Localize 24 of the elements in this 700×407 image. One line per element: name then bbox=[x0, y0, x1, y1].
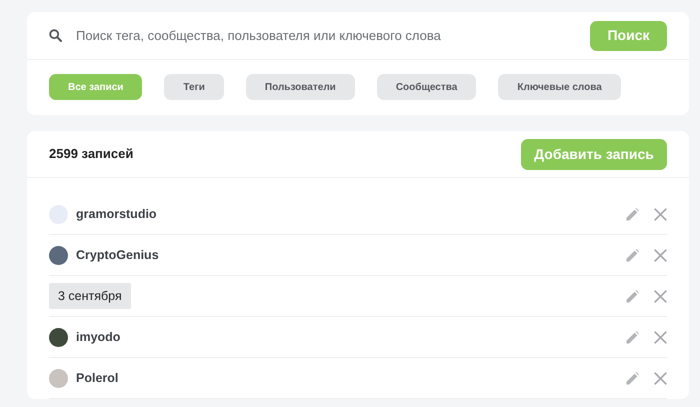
pencil-icon[interactable] bbox=[626, 208, 639, 220]
username[interactable]: gramorstudio bbox=[76, 204, 157, 224]
username[interactable]: Polerol bbox=[76, 368, 118, 388]
close-icon[interactable] bbox=[654, 290, 667, 302]
pencil-icon[interactable] bbox=[626, 330, 639, 344]
filter-tab[interactable]: Сообщества bbox=[376, 74, 476, 100]
date-label: 3 сентября bbox=[49, 282, 131, 310]
avatar-placeholder bbox=[49, 368, 68, 388]
search-icon bbox=[49, 29, 62, 42]
entry-count: 2599 записей bbox=[49, 145, 134, 164]
username[interactable]: CryptoGenius bbox=[76, 246, 159, 264]
pencil-icon[interactable] bbox=[626, 248, 639, 262]
pencil-icon[interactable] bbox=[626, 290, 639, 302]
close-icon[interactable] bbox=[654, 208, 667, 220]
filter-tab[interactable]: Теги bbox=[164, 74, 224, 100]
avatar-placeholder bbox=[49, 246, 68, 264]
filter-tab[interactable]: Пользователи bbox=[246, 74, 355, 100]
username[interactable]: imyodo bbox=[76, 328, 120, 346]
pencil-icon[interactable] bbox=[626, 372, 639, 384]
filter-tab[interactable]: Ключевые слова bbox=[498, 74, 621, 100]
close-icon[interactable] bbox=[654, 330, 667, 344]
close-icon[interactable] bbox=[654, 248, 667, 262]
avatar-placeholder bbox=[49, 328, 68, 346]
close-icon[interactable] bbox=[654, 372, 667, 384]
